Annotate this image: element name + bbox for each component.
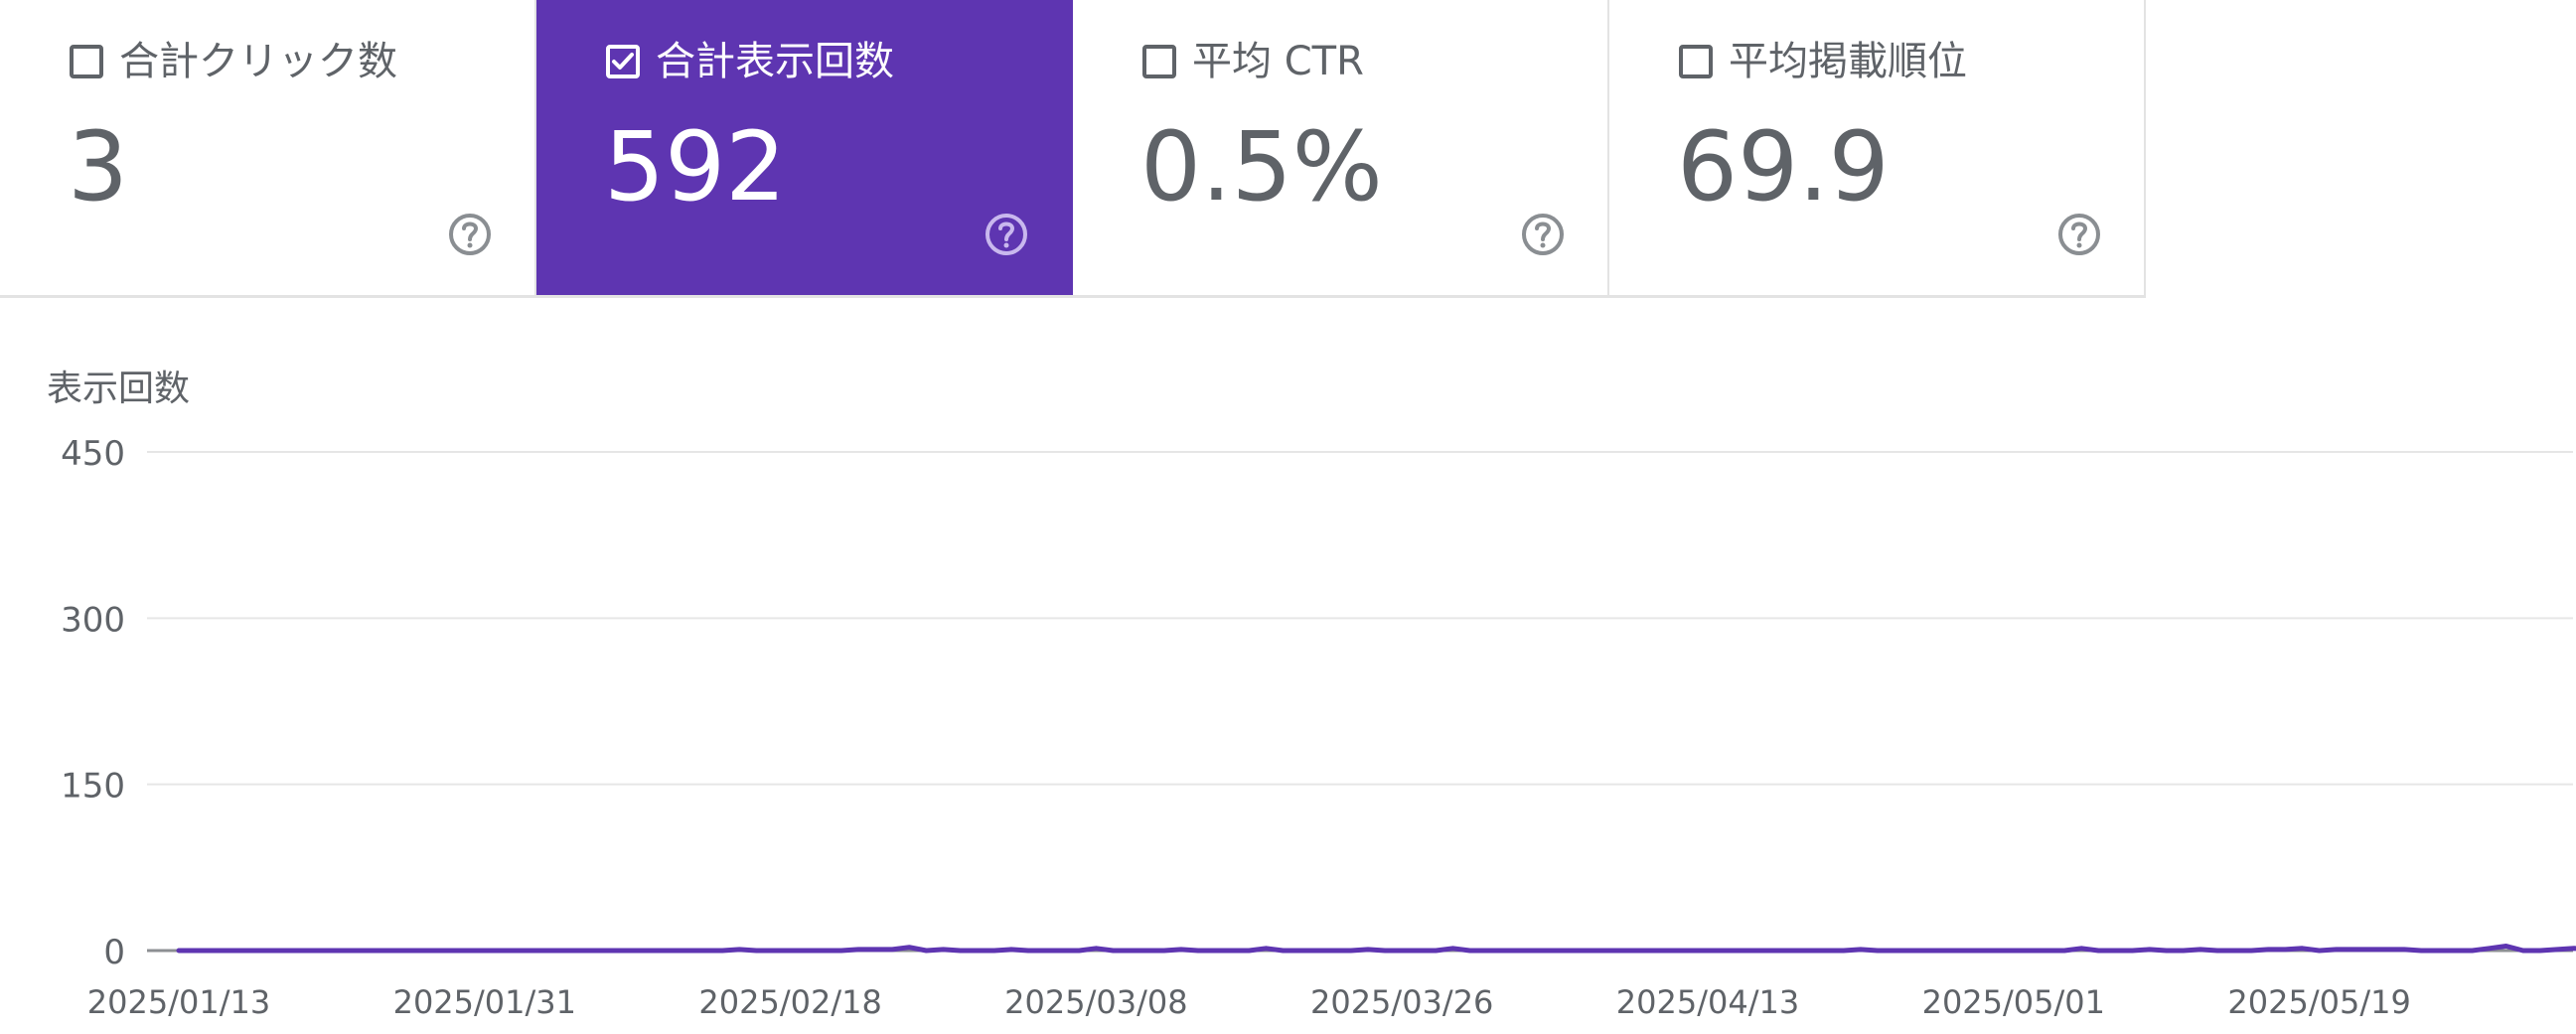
help-icon[interactable] [1520,212,1566,257]
metric-card-header: 平均掲載順位 [1679,38,1967,85]
metric-card-total-clicks[interactable]: 合計クリック数 3 [0,0,536,295]
metric-label: 合計クリック数 [119,39,397,84]
checkbox-icon[interactable] [70,45,103,78]
chart-y-tick-label: 450 [61,434,125,474]
checkbox-icon[interactable] [1679,45,1713,78]
chart-y-axis-title: 表示回数 [47,369,190,409]
chart-y-tick-label: 150 [61,767,125,807]
chart-y-ticks: 0 150 300 450 [61,434,125,972]
metric-value: 3 [68,111,129,222]
metric-label: 平均掲載順位 [1729,39,1967,84]
impressions-line-chart: 表示回数 0150300450 2025/01/13 2025/01/31 2025… [47,369,2576,1021]
metric-card-header: 平均 CTR [1142,38,1364,85]
metric-cards: 合計クリック数 3 合計表示回数 592 平均 CTR 0.5% 平均掲載順位 … [0,0,2146,298]
metric-label: 合計表示回数 [656,39,894,84]
chart-y-tick-label: 300 [61,600,125,640]
chart-gridlines [147,451,2573,953]
chart-y-tick-label: 0 [103,933,125,972]
checkmark-icon [612,53,634,70]
chart-x-tick-label: 2025/01/13 [87,983,270,1021]
chart-x-ticks: 2025/01/13 2025/01/31 2025/02/18 2025/03/08… [87,983,2411,1021]
metric-card-average-position[interactable]: 平均掲載順位 69.9 [1609,0,2146,295]
metric-value: 0.5% [1140,111,1383,222]
chart-x-tick-label: 2025/03/26 [1310,983,1493,1021]
chart-x-tick-label: 2025/05/19 [2227,983,2410,1021]
metric-value: 69.9 [1677,111,1890,222]
help-icon[interactable] [2056,212,2102,257]
help-icon[interactable] [984,212,1029,257]
chart-x-tick-label: 2025/04/13 [1616,983,1799,1021]
metric-card-total-impressions[interactable]: 合計表示回数 592 [536,0,1073,295]
metric-value: 592 [604,111,787,222]
impressions-series-line [176,944,2576,954]
help-icon[interactable] [447,212,493,257]
chart-x-tick-label: 2025/03/08 [1004,983,1187,1021]
checkbox-icon[interactable] [1142,45,1176,78]
metric-card-average-ctr[interactable]: 平均 CTR 0.5% [1073,0,1609,295]
chart-x-tick-label: 2025/01/31 [393,983,576,1021]
chart-x-tick-label: 2025/02/18 [698,983,881,1021]
metric-label: 平均 CTR [1192,39,1364,84]
chart-x-tick-label: 2025/05/01 [1922,983,2105,1021]
metric-card-header: 合計表示回数 [606,38,894,85]
checkbox-icon[interactable] [606,45,640,78]
metric-card-header: 合計クリック数 [70,38,397,85]
search-performance-panel: 合計クリック数 3 合計表示回数 592 平均 CTR 0.5% 平均掲載順位 … [0,0,2576,1034]
